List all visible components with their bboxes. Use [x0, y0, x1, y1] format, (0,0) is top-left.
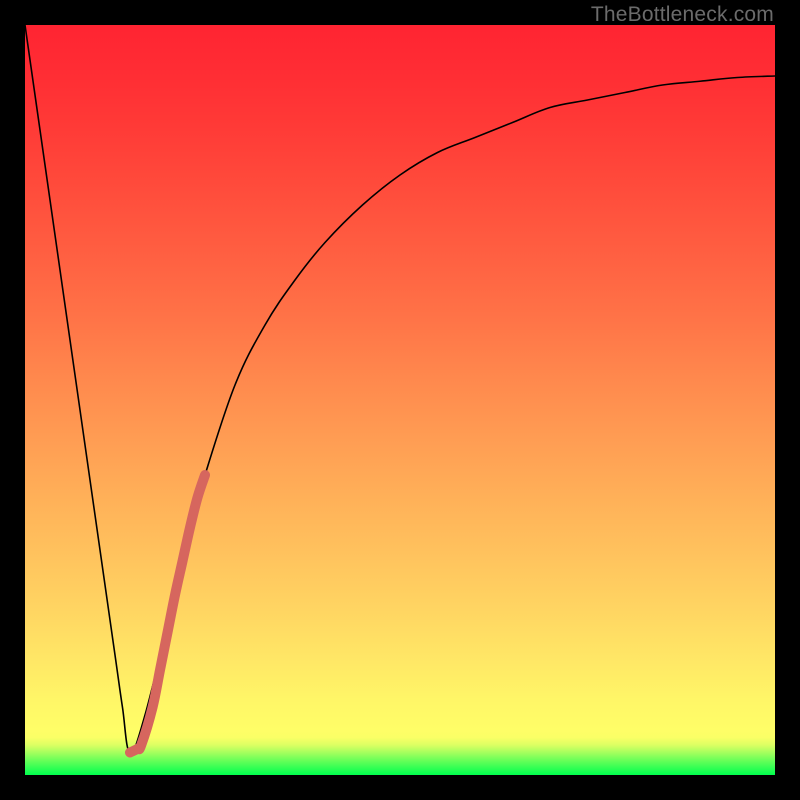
- watermark-text: TheBottleneck.com: [591, 3, 774, 27]
- chart-frame: TheBottleneck.com: [0, 0, 800, 800]
- plot-svg: [25, 25, 775, 775]
- highlight-segment: [130, 475, 205, 753]
- plot-area: [25, 25, 775, 775]
- bottleneck-curve: [25, 25, 775, 753]
